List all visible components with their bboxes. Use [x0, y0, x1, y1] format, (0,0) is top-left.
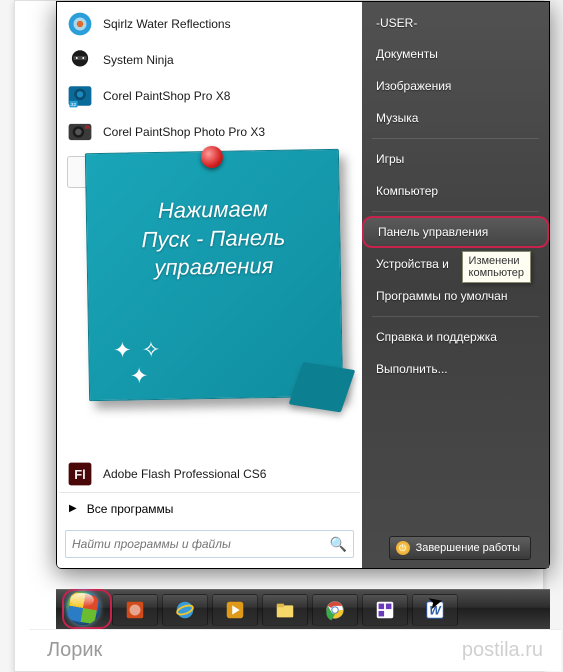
ninja-icon [65, 45, 95, 75]
sqirlz-icon [65, 9, 95, 39]
attribution-bar: Лорик postila.ru [29, 629, 561, 671]
taskbar-media-player[interactable] [212, 594, 258, 626]
program-sqirlz[interactable]: Sqirlz Water Reflections [59, 6, 360, 42]
separator [372, 211, 539, 212]
program-system-ninja[interactable]: System Ninja [59, 42, 360, 78]
run-item[interactable]: Выполнить... [362, 353, 549, 385]
help-item[interactable]: Справка и поддержка [362, 321, 549, 353]
user-item[interactable]: -USER- [362, 8, 549, 38]
search-box[interactable]: 🔍 [65, 530, 354, 558]
pictures-item[interactable]: Изображения [362, 70, 549, 102]
shutdown-button[interactable]: ⏻ Завершение работы [389, 536, 531, 560]
taskbar: W [56, 589, 550, 629]
psp-icon: 32 [65, 81, 95, 111]
default-programs-item[interactable]: Программы по умолчан [362, 280, 549, 312]
author-name: Лорик [47, 639, 102, 662]
computer-item[interactable]: Компьютер [362, 175, 549, 207]
shutdown-label: Завершение работы [416, 542, 520, 554]
program-label: Corel PaintShop Photo Pro X3 [103, 125, 265, 139]
site-name: postila.ru [462, 639, 543, 662]
program-label: Corel PaintShop Pro X8 [103, 89, 230, 103]
music-item[interactable]: Музыка [362, 102, 549, 134]
control-panel-item[interactable]: Панель управления [362, 216, 549, 248]
program-corel-psp-x3[interactable]: Corel PaintShop Photo Pro X3 [59, 114, 360, 150]
svg-text:Fl: Fl [74, 467, 86, 482]
instruction-sticky-note: Нажимаем Пуск - Панель управления ✦ ✧ ✦ [85, 149, 343, 401]
program-label: Adobe Flash Professional CS6 [103, 467, 266, 481]
taskbar-ie[interactable] [162, 594, 208, 626]
note-text: Нажимаем Пуск - Панель управления [141, 195, 286, 283]
search-icon[interactable]: 🔍 [330, 536, 347, 553]
program-flash-cs6[interactable]: Fl Adobe Flash Professional CS6 [59, 456, 360, 492]
windows-orb-icon [66, 591, 100, 625]
program-label: Sqirlz Water Reflections [103, 17, 231, 31]
taskbar-explorer[interactable] [262, 594, 308, 626]
control-panel-tooltip: Изменени компьютер [462, 251, 531, 283]
taskbar-app-1[interactable] [112, 594, 158, 626]
start-menu-right-panel: -USER- Документы Изображения Музыка Игры… [362, 2, 549, 568]
documents-item[interactable]: Документы [362, 38, 549, 70]
start-button[interactable] [66, 591, 108, 627]
flash-icon: Fl [65, 459, 95, 489]
program-corel-psp-x8[interactable]: 32 Corel PaintShop Pro X8 [59, 78, 360, 114]
shutdown-area: ⏻ Завершение работы [389, 536, 531, 560]
all-programs[interactable]: ▶ Все программы [59, 492, 360, 524]
separator [372, 138, 539, 139]
separator [372, 316, 539, 317]
taskbar-app-2[interactable] [362, 594, 408, 626]
arrow-right-icon: ▶ [69, 503, 77, 514]
taskbar-chrome[interactable] [312, 594, 358, 626]
search-input[interactable] [72, 537, 330, 551]
games-item[interactable]: Игры [362, 143, 549, 175]
svg-text:32: 32 [71, 102, 77, 108]
program-label: System Ninja [103, 53, 174, 67]
all-programs-label: Все программы [87, 502, 174, 516]
psp3-icon [65, 117, 95, 147]
shutdown-icon: ⏻ [396, 541, 410, 555]
star-decoration-icon: ✦ ✧ ✦ [113, 337, 163, 390]
